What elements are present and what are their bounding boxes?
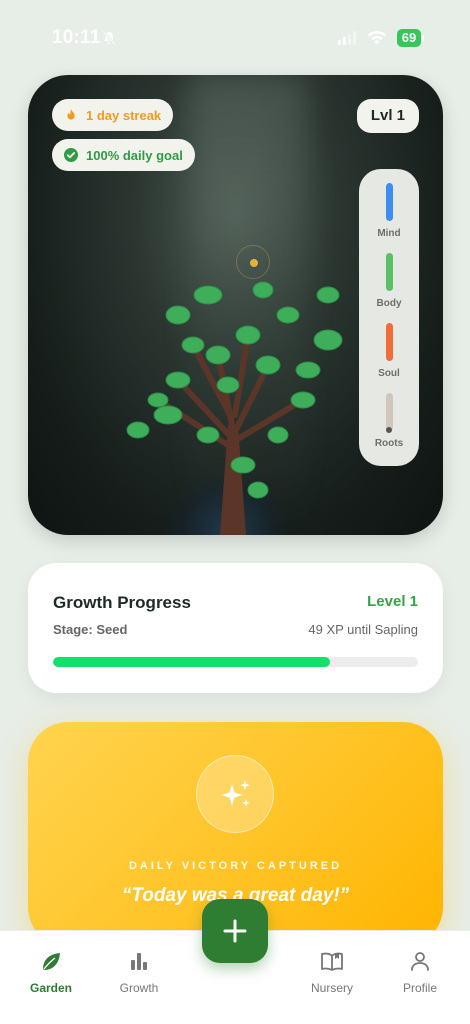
tab-profile[interactable]: Profile [380,949,460,995]
progress-fill [53,657,331,667]
tab-garden[interactable]: Garden [11,949,91,995]
tree-illustration [126,281,343,535]
signal-icon [338,31,356,45]
tab-label-nursery: Nursery [310,981,353,995]
daily-goal-pill[interactable]: 100% daily goal [52,139,195,171]
progress-xp: 49 XP until Sapling [308,622,418,637]
tab-label-garden: Garden [29,981,72,995]
progress-stage: Stage: Seed [53,622,128,637]
progress-level: Level 1 [367,593,418,610]
stat-bar-mind [385,183,393,221]
person-icon [411,952,429,971]
victory-label: DAILY VICTORY CAPTURED [128,860,343,872]
goal-label: 100% daily goal [86,147,183,163]
stat-mind: Mind [359,183,419,239]
sparkles-icon [221,780,250,807]
check-circle-icon [64,148,78,162]
bell-off-icon [102,30,116,46]
stat-body: Body [359,253,419,309]
stat-soul: Soul [359,323,419,379]
plus-icon [223,919,247,943]
stat-bar-soul [385,323,393,361]
tab-label-profile: Profile [402,981,437,995]
stat-roots: Roots [359,393,419,449]
tab-growth[interactable]: Growth [99,949,179,995]
tab-nursery[interactable]: Nursery [292,949,372,995]
stat-label-body: Body [376,298,402,309]
growth-progress-card[interactable]: Growth Progress Level 1 Stage: Seed 49 X… [28,563,443,693]
status-bar: 10:11 69 [0,0,470,72]
stat-bar-roots [385,393,393,431]
progress-track [53,657,418,667]
stat-label-soul: Soul [378,368,400,379]
bar-chart-icon [131,953,147,970]
sparkle-badge [196,755,274,833]
stat-label-mind: Mind [377,228,401,239]
battery-cap [422,34,424,42]
battery-level: 69 [397,29,421,47]
battery-icon: 69 [397,29,424,47]
tab-label-growth: Growth [119,981,159,995]
stat-bar-body [385,253,393,291]
stat-label-roots: Roots [374,438,404,449]
wifi-icon [368,30,386,45]
garden-scene-card[interactable]: 1 day streak 100% daily goal Lvl 1 Mind … [28,75,443,535]
add-entry-button[interactable] [202,899,268,963]
book-icon [321,952,343,971]
flame-icon [67,109,75,120]
streak-label: 1 day streak [86,107,162,123]
roots-level-dot [386,427,392,433]
sun-core [250,259,258,267]
stats-panel[interactable]: Mind Body Soul Roots [359,169,419,466]
streak-pill[interactable]: 1 day streak [52,99,174,131]
leaf-icon [43,953,60,970]
status-time: 10:11 [52,27,101,48]
level-badge[interactable]: Lvl 1 [356,99,419,133]
progress-title: Growth Progress [53,593,191,612]
sun-orb [236,245,270,279]
